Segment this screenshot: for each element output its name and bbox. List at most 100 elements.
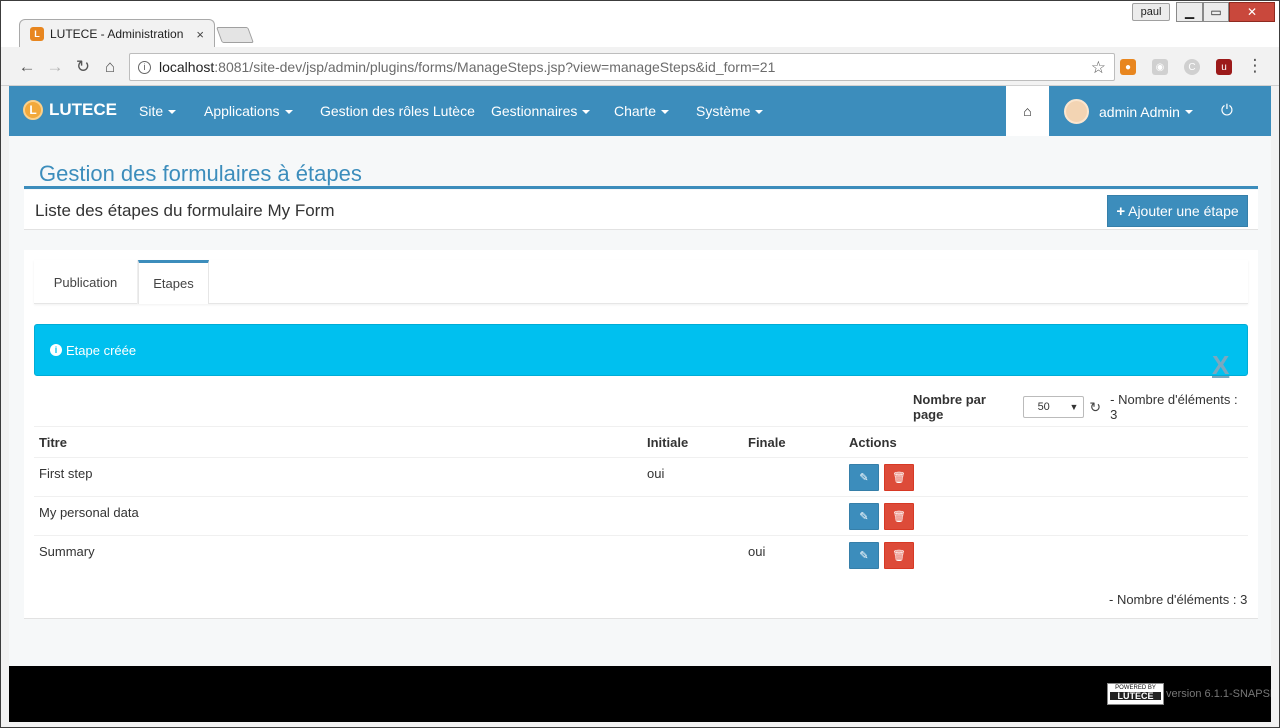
col-initiale: Initiale (647, 435, 689, 450)
title-divider (24, 186, 1258, 189)
row-initiale: oui (647, 466, 665, 481)
delete-button[interactable]: 🗑 (884, 464, 914, 491)
lutece-favicon-icon: L (30, 27, 44, 41)
url-host: localhost (159, 59, 215, 75)
browser-window: L LUTECE - Administration × paul ▁ ▭ ✕ ←… (0, 0, 1280, 728)
pagination-controls: Nombre par page 50 ▼ ↻ - Nombre d'élémen… (913, 392, 1248, 422)
browser-tab[interactable]: L LUTECE - Administration × (19, 19, 215, 48)
bookmark-star-icon[interactable]: ☆ (1091, 58, 1106, 78)
user-name: admin Admin (1099, 103, 1180, 120)
home-icon: ⌂ (1023, 103, 1032, 119)
trash-icon: 🗑 (892, 511, 906, 523)
trash-icon: 🗑 (892, 550, 906, 562)
row-titre: My personal data (39, 505, 139, 520)
items-count-bottom: - Nombre d'éléments : 3 (1109, 592, 1248, 607)
alert-close-button[interactable]: X (1212, 350, 1229, 381)
page-title: Gestion des formulaires à étapes (39, 161, 362, 186)
lutece-logo-icon: L (23, 100, 43, 120)
table-row: First step oui ✎ 🗑 (34, 457, 1248, 496)
edit-icon: ✎ (859, 550, 869, 562)
tab-title: LUTECE - Administration (50, 27, 184, 41)
add-step-button[interactable]: + Ajouter une étape (1107, 195, 1248, 227)
trash-icon: 🗑 (892, 472, 906, 484)
tabs-bar: Publication Etapes (34, 260, 1248, 304)
items-count: - Nombre d'éléments : 3 (1110, 392, 1238, 422)
window-close-button[interactable]: ✕ (1229, 2, 1275, 22)
tab-publication[interactable]: Publication (34, 260, 138, 304)
success-alert: i Etape créée X (34, 324, 1248, 380)
edit-button[interactable]: ✎ (849, 464, 879, 491)
back-icon[interactable]: ← (17, 57, 37, 77)
url-path: :8081/site-dev/jsp/admin/plugins/forms/M… (214, 59, 776, 75)
version-text: version 6.1.1-SNAPSH (1166, 688, 1271, 700)
edit-icon: ✎ (859, 472, 869, 484)
caret-down-icon (1184, 109, 1193, 114)
plus-icon: + (1116, 202, 1126, 220)
brand-logo[interactable]: L LUTECE (23, 100, 117, 120)
address-bar[interactable]: i localhost:8081/site-dev/jsp/admin/plug… (129, 53, 1115, 81)
brand-name: LUTECE (49, 100, 117, 119)
caret-down-icon (582, 110, 591, 115)
table-header: Titre Initiale Finale Actions (34, 426, 1248, 457)
steps-box: Publication Etapes i Etape créée X Nombr… (24, 250, 1258, 619)
maximize-button[interactable]: ▭ (1203, 2, 1229, 22)
menu-gestion-roles[interactable]: Gestion des rôles Lutèce (320, 103, 475, 119)
info-icon: i (50, 344, 62, 356)
menu-systeme[interactable]: Système (696, 103, 764, 119)
col-actions: Actions (849, 435, 897, 450)
table-row: My personal data ✎ 🗑 (34, 496, 1248, 535)
edit-button[interactable]: ✎ (849, 503, 879, 530)
minimize-button[interactable]: ▁ (1176, 2, 1203, 22)
site-info-icon[interactable]: i (138, 60, 151, 74)
items-per-page-select[interactable]: 50 ▼ (1022, 396, 1085, 418)
panel-subtitle: Liste des étapes du formulaire My Form (35, 201, 335, 220)
alert-text: Etape créée (66, 342, 137, 358)
browser-menu-icon[interactable]: ⋮ (1245, 56, 1265, 76)
avatar (1064, 99, 1089, 124)
menu-gestionnaires[interactable]: Gestionnaires (491, 103, 591, 119)
menu-site[interactable]: Site (139, 103, 177, 119)
menu-charte[interactable]: Charte (614, 103, 670, 119)
top-navbar: L LUTECE Site Applications Gestion des r… (9, 86, 1271, 136)
powered-by-badge: POWERED BY LUTECE (1107, 683, 1164, 705)
refresh-icon[interactable]: ↻ (1089, 399, 1101, 416)
add-step-label: Ajouter une étape (1128, 203, 1239, 219)
tab-close-icon[interactable]: × (196, 27, 204, 42)
logout-power-icon[interactable]: ⏻ (1221, 102, 1233, 119)
rss-icon[interactable]: ◉ (1152, 59, 1168, 75)
edit-button[interactable]: ✎ (849, 542, 879, 569)
browser-toolbar: ← → ↻ ⌂ i localhost:8081/site-dev/jsp/ad… (1, 47, 1279, 86)
row-titre: First step (39, 466, 93, 481)
forward-icon[interactable]: → (45, 57, 65, 77)
ublock-icon[interactable]: u (1216, 59, 1232, 75)
row-finale: oui (748, 544, 766, 559)
reload-icon[interactable]: ↻ (73, 57, 93, 77)
powered-by-logo: LUTECE (1110, 692, 1161, 701)
browser-titlebar: L LUTECE - Administration × paul ▁ ▭ ✕ (1, 1, 1279, 48)
dropdown-arrow-icon: ▼ (1069, 402, 1079, 412)
table-row: Summary oui ✎ 🗑 (34, 535, 1248, 574)
caret-down-icon (661, 110, 670, 115)
page-footer: POWERED BY LUTECE version 6.1.1-SNAPSH (9, 666, 1271, 722)
new-tab-button[interactable] (216, 27, 254, 43)
user-menu[interactable]: admin Admin (1064, 99, 1193, 124)
home-button[interactable]: ⌂ (1006, 86, 1049, 136)
c-icon[interactable]: C (1184, 59, 1200, 75)
col-titre: Titre (39, 435, 67, 450)
profile-button[interactable]: paul (1132, 3, 1170, 21)
page-content: L LUTECE Site Applications Gestion des r… (9, 86, 1271, 722)
col-finale: Finale (748, 435, 786, 450)
items-per-page-label: Nombre par page (913, 392, 986, 422)
firefox-icon[interactable]: ● (1120, 59, 1136, 75)
header-panel: Liste des étapes du formulaire My Form +… (24, 190, 1258, 230)
home-icon[interactable]: ⌂ (100, 57, 120, 77)
edit-icon: ✎ (859, 511, 869, 523)
menu-applications[interactable]: Applications (204, 103, 293, 119)
caret-down-icon (168, 110, 177, 115)
row-titre: Summary (39, 544, 95, 559)
tab-etapes[interactable]: Etapes (138, 260, 209, 304)
delete-button[interactable]: 🗑 (884, 503, 914, 530)
delete-button[interactable]: 🗑 (884, 542, 914, 569)
caret-down-icon (755, 110, 764, 115)
caret-down-icon (284, 110, 293, 115)
